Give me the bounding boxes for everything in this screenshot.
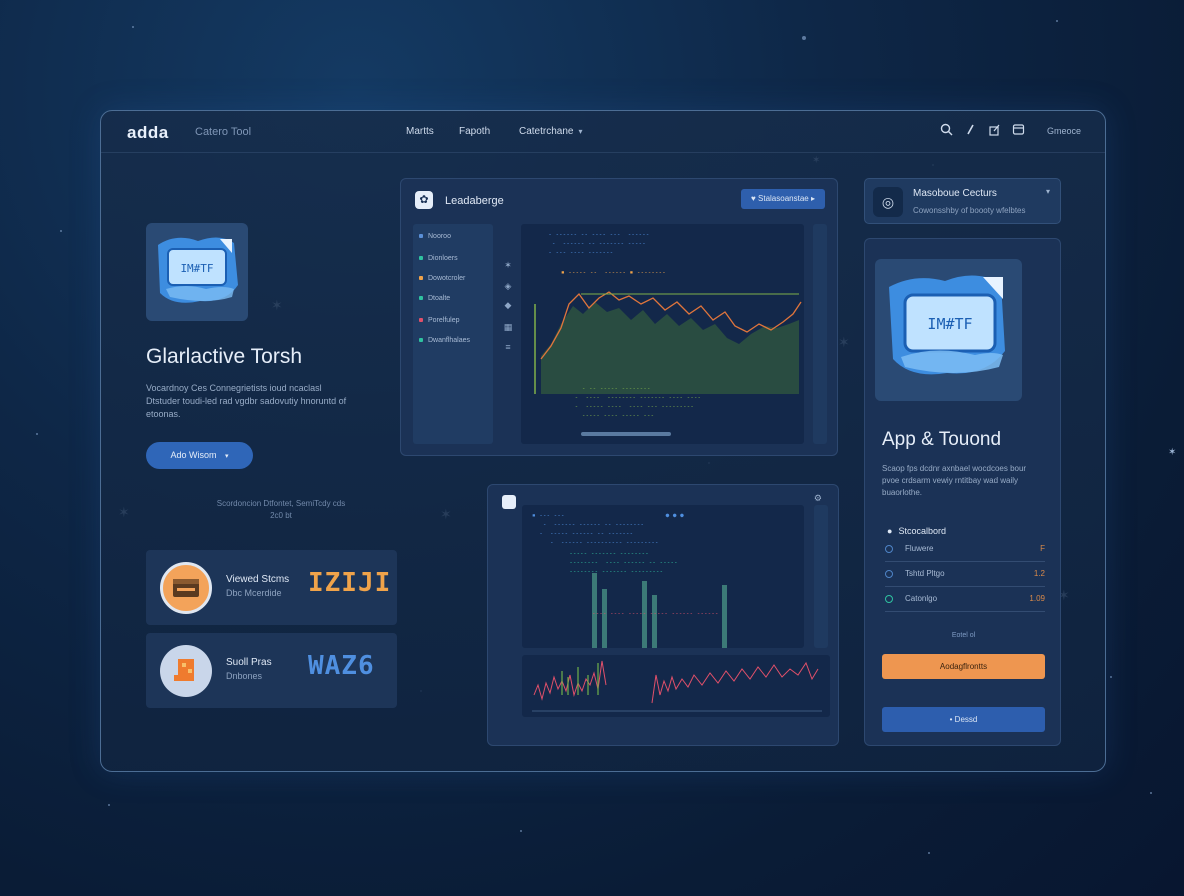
bar-chart: ---- ---- ----- ----- ------ ------: [592, 573, 727, 648]
shield-icon[interactable]: ◆: [503, 300, 513, 310]
row-value: 1.2: [1033, 569, 1045, 578]
code-block: ▪ --- --- ● ● ● - ------ ------ -- -----…: [532, 512, 684, 546]
dataset-dropdown[interactable]: ◎ Masoboue Cecturs Cowonsshby of boooty …: [864, 178, 1061, 224]
line-chart: [534, 291, 802, 394]
brand-subtitle: Catero Tool: [195, 126, 252, 138]
panel-action-button[interactable]: ♥ Stalasoanstae ▸: [741, 189, 825, 209]
row-value: 1.09: [1029, 594, 1045, 603]
globe-icon: ◎: [873, 187, 903, 217]
settings-icon[interactable]: ⚙: [814, 493, 822, 504]
chevron-down-icon: ▾: [225, 453, 229, 460]
preview-text: IM#TF: [927, 315, 972, 333]
stat-card-viewed[interactable]: Viewed Stcms Dbc Mcerdide IZIJI: [146, 550, 397, 625]
sidebar-item[interactable]: Dionloers: [419, 255, 458, 262]
pen-icon[interactable]: [963, 123, 977, 137]
stat-subtitle: Dbc Mcerdide: [226, 588, 282, 598]
stat-subtitle: Dnbones: [226, 671, 263, 681]
nav-item-3[interactable]: Catetrchane ▾: [519, 126, 583, 137]
share-icon[interactable]: [987, 123, 1001, 137]
code-chart-area: - ------ -- ---- --- ------ - ------ -- …: [521, 224, 804, 444]
code-block: - ------ -- ---- --- ------ - ------ -- …: [548, 231, 650, 256]
stat-value: WAZ6: [308, 651, 375, 681]
candlestick-chart: [522, 655, 830, 717]
row-label: Catonlgo: [905, 594, 938, 603]
progress-track[interactable]: [581, 432, 671, 436]
hero-description: Vocardnoy Ces Connegrietists ioud ncacla…: [146, 383, 347, 419]
tool-strip: ✶ ◈ ◆ ▦ ≡: [499, 224, 517, 444]
pixel-icon: [160, 645, 212, 697]
dropdown-subtitle: Cowonsshby of boooty wfelbtes: [913, 206, 1026, 215]
editor-panel: ✿ Leadaberge ♥ Stalasoanstae ▸ Nooroo Di…: [400, 178, 838, 456]
app-preview-image: IM#TF: [875, 259, 1022, 401]
app-logo-icon: ✿: [415, 191, 433, 209]
user-menu[interactable]: Gmeoce: [1047, 126, 1081, 136]
setting-row[interactable]: Catonlgo 1.09: [885, 592, 1045, 612]
grid-icon[interactable]: ▦: [503, 322, 513, 332]
sidebar-item[interactable]: Porelfulep: [419, 317, 460, 324]
row-label: Tshtd Pltgo: [905, 569, 945, 578]
app-logo-icon: [502, 495, 516, 509]
radio-icon[interactable]: [885, 595, 893, 603]
setting-row[interactable]: Tshtd Pltgo 1.2: [885, 567, 1045, 587]
hero-title: Glarlactive Torsh: [146, 345, 303, 368]
panel-title: Leadaberge: [445, 195, 504, 207]
chevron-down-icon: ▾: [1045, 187, 1050, 196]
window-icon[interactable]: [1011, 123, 1025, 137]
chevron-down-icon: ▾: [578, 127, 583, 136]
code-block: - -- ----- -------- - ---- -------- ----…: [574, 385, 702, 419]
bullet-icon: ●: [887, 526, 893, 536]
analytics-panel: ⚙ ▪ --- --- ● ● ● - ------ ------ -- ---…: [487, 484, 839, 746]
code-chart-area: ▪ --- --- ● ● ● - ------ ------ -- -----…: [522, 505, 804, 648]
sidebar-item[interactable]: Nooroo: [419, 233, 451, 240]
radio-icon[interactable]: [885, 570, 893, 578]
app-description: Scaop fps dcdnr axnbael wocdcoes bour pv…: [882, 464, 1027, 497]
sparkle-icon[interactable]: ✶: [503, 260, 513, 270]
hero-icon-text: IM#TF: [180, 262, 213, 275]
stat-card-small[interactable]: Suoll Pras Dnbones WAZ6: [146, 633, 397, 708]
row-label: Fluwere: [905, 544, 934, 553]
nav-item-1[interactable]: Martts: [406, 126, 434, 137]
scrollbar[interactable]: [813, 224, 827, 444]
stat-value: IZIJI: [308, 568, 392, 598]
top-bar: adda Catero Tool Martts Fapoth Catetrcha…: [101, 111, 1105, 153]
sidebar-item[interactable]: Dowotcroler: [419, 275, 465, 282]
add-button[interactable]: Ado Wisom ▾: [146, 442, 253, 469]
nav-item-2[interactable]: Fapoth: [459, 126, 490, 137]
panel-sidebar: Nooroo Dionloers Dowotcroler Dtoalte Por…: [413, 224, 493, 444]
code-line-highlight: ▪ ----- -- ------ ▪ --------: [561, 269, 666, 276]
section-heading: ● Stcocalbord: [887, 526, 946, 536]
detail-link[interactable]: Eotel ol: [865, 632, 1062, 639]
svg-text:---- ---- ----- ----- -----: ---- ---- ----- ----- ------ ------: [592, 610, 718, 617]
app-detail-panel: IM#TF App & Touond Scaop fps dcdnr axnba…: [864, 238, 1061, 746]
setting-row[interactable]: Fluwere F: [885, 542, 1045, 562]
radio-icon[interactable]: [885, 545, 893, 553]
scrollbar[interactable]: [814, 505, 828, 648]
app-title: App & Touond: [882, 429, 1002, 450]
list-icon[interactable]: ≡: [503, 342, 513, 352]
card-icon: [160, 562, 212, 614]
row-value: F: [1040, 544, 1045, 553]
primary-action-button[interactable]: Aodagflrontts: [882, 654, 1045, 679]
sidebar-item[interactable]: Dwanflhalaes: [419, 337, 470, 344]
brand-logo[interactable]: adda: [127, 123, 169, 143]
stat-title: Viewed Stcms: [226, 574, 290, 585]
search-icon[interactable]: [939, 123, 953, 137]
secondary-action-button[interactable]: • Dessd: [882, 707, 1045, 732]
stat-title: Suoll Pras: [226, 657, 272, 668]
hero-caption: Scordoncion Dtfontet, SemiTcdy cds 2c0 b…: [216, 499, 346, 520]
hero-app-icon: IM#TF: [146, 223, 248, 321]
sidebar-item[interactable]: Dtoalte: [419, 295, 450, 302]
app-window: adda Catero Tool Martts Fapoth Catetrcha…: [100, 110, 1106, 772]
dropdown-title: Masoboue Cecturs: [913, 188, 997, 199]
star-decor: ✶: [1168, 447, 1177, 458]
layers-icon[interactable]: ◈: [503, 281, 513, 291]
